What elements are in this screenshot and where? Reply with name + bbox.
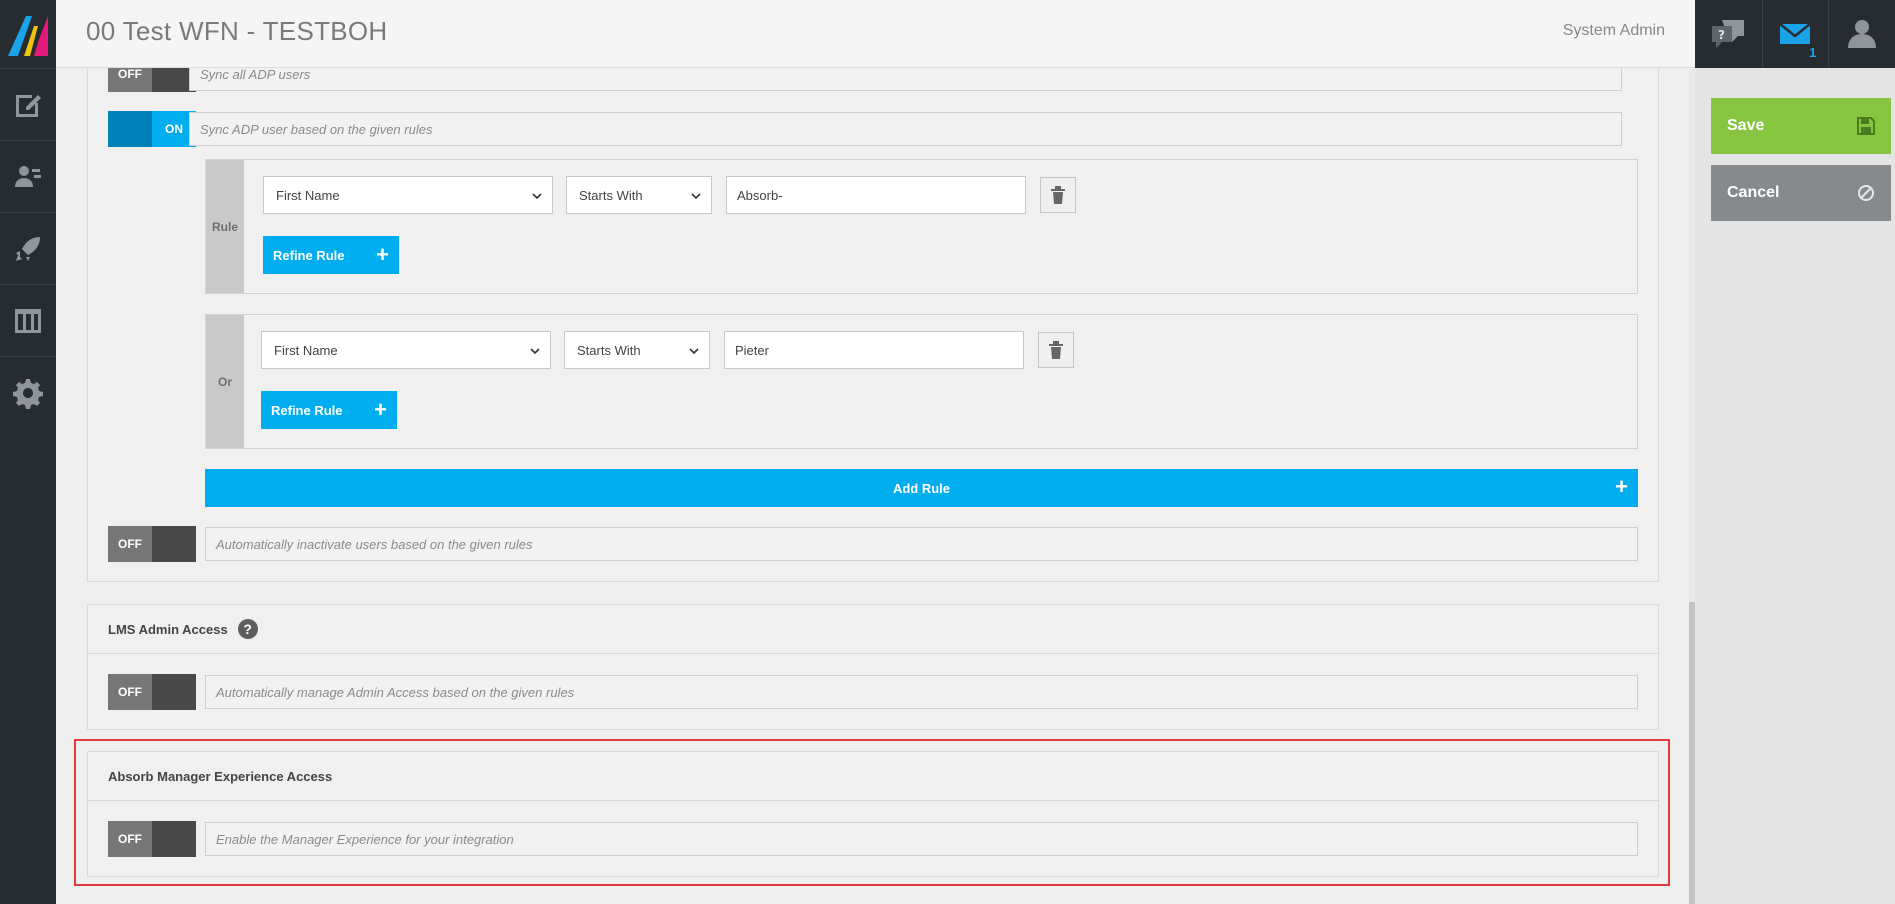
delete-rule-button[interactable] <box>1040 177 1076 213</box>
nav-launch[interactable] <box>0 212 56 284</box>
refine-label: Refine Rule <box>271 402 343 418</box>
lms-admin-description: Automatically manage Admin Access based … <box>205 675 1638 709</box>
rule-label: Rule <box>206 160 244 293</box>
sync-all-toggle[interactable]: OFF <box>108 68 196 92</box>
rule-value-input[interactable]: Pieter <box>724 331 1024 369</box>
main-content: OFF Sync all ADP users ON Sync ADP user … <box>56 68 1689 904</box>
action-panel: Save Cancel <box>1695 68 1895 904</box>
toggle-knob <box>152 526 196 562</box>
chevron-down-icon <box>691 193 701 200</box>
messages-button[interactable]: 1 <box>1761 0 1829 68</box>
message-count-badge: 1 <box>1809 45 1817 60</box>
rule-label: Or <box>206 315 244 448</box>
toggle-state-label: OFF <box>108 674 152 710</box>
sync-rules-toggle[interactable]: ON <box>108 111 196 147</box>
refine-label: Refine Rule <box>273 247 345 263</box>
help-chat-button[interactable]: ? <box>1695 0 1762 68</box>
chat-help-icon: ? <box>1712 20 1745 48</box>
ban-icon <box>1858 185 1874 201</box>
refine-rule-button[interactable]: Refine Rule + <box>263 236 399 274</box>
rule-field-select[interactable]: First Name <box>261 331 551 369</box>
edit-icon <box>16 94 41 117</box>
toggle-state-label: OFF <box>108 68 152 92</box>
scrollbar-thumb[interactable] <box>1689 602 1695 904</box>
gear-icon <box>13 378 43 409</box>
nav-reports[interactable] <box>0 284 56 356</box>
chevron-down-icon <box>532 193 542 200</box>
rule-block: Rule First Name Starts With Absorb- Refi… <box>205 159 1638 294</box>
user-icon <box>1848 20 1877 48</box>
select-value: First Name <box>274 342 338 358</box>
save-label: Save <box>1727 117 1765 134</box>
left-nav <box>0 0 56 904</box>
manager-experience-panel: Absorb Manager Experience Access OFF Ena… <box>87 751 1659 877</box>
section-header: LMS Admin Access ? <box>88 605 1658 654</box>
sync-rules-description: Sync ADP user based on the given rules <box>189 112 1622 146</box>
plus-icon: + <box>1615 474 1628 499</box>
toggle-knob <box>108 111 152 147</box>
manager-experience-toggle[interactable]: OFF <box>108 821 196 857</box>
cancel-button[interactable]: Cancel <box>1711 165 1891 221</box>
toggle-state-label: OFF <box>108 821 152 857</box>
inactivate-toggle[interactable]: OFF <box>108 526 196 562</box>
chevron-down-icon <box>530 348 540 355</box>
section-title: LMS Admin Access <box>108 621 228 637</box>
app-logo[interactable] <box>0 0 56 68</box>
rule-value-input[interactable]: Absorb- <box>726 176 1026 214</box>
top-header: 00 Test WFN - TESTBOH System Admin <box>56 0 1695 68</box>
logo-icon <box>8 16 48 56</box>
section-title: Absorb Manager Experience Access <box>108 768 333 784</box>
columns-icon <box>15 308 41 333</box>
user-name[interactable]: System Admin <box>1563 22 1665 40</box>
help-icon[interactable]: ? <box>237 619 258 639</box>
rule-field-select[interactable]: First Name <box>263 176 553 214</box>
top-icons: ? 1 <box>1695 0 1895 68</box>
select-value: Starts With <box>579 187 643 203</box>
rule-operator-select[interactable]: Starts With <box>566 176 712 214</box>
chevron-down-icon <box>689 348 699 355</box>
rule-operator-select[interactable]: Starts With <box>564 331 710 369</box>
toggle-state-label: OFF <box>108 526 152 562</box>
refine-rule-button[interactable]: Refine Rule + <box>261 391 397 429</box>
floppy-disk-icon <box>1857 117 1875 135</box>
rocket-icon <box>16 236 40 261</box>
inactivate-description: Automatically inactivate users based on … <box>205 527 1638 561</box>
section-header: Absorb Manager Experience Access <box>88 752 1658 801</box>
toggle-knob <box>152 674 196 710</box>
nav-users[interactable] <box>0 140 56 212</box>
trash-icon <box>1051 186 1065 204</box>
trash-icon <box>1049 341 1063 359</box>
svg-text:?: ? <box>1718 28 1725 42</box>
cancel-label: Cancel <box>1727 184 1780 201</box>
add-rule-button[interactable]: Add Rule + <box>205 469 1638 507</box>
delete-rule-button[interactable] <box>1038 332 1074 368</box>
users-icon <box>15 165 41 187</box>
save-button[interactable]: Save <box>1711 98 1891 154</box>
sync-all-description: Sync all ADP users <box>189 68 1622 91</box>
lms-admin-toggle[interactable]: OFF <box>108 674 196 710</box>
select-value: Starts With <box>577 342 641 358</box>
page-title: 00 Test WFN - TESTBOH <box>86 16 388 46</box>
nav-courses[interactable] <box>0 68 56 140</box>
select-value: First Name <box>276 187 340 203</box>
rule-block: Or First Name Starts With Pieter Refine … <box>205 314 1638 449</box>
toggle-knob <box>152 821 196 857</box>
profile-button[interactable] <box>1828 0 1895 68</box>
lms-admin-panel: LMS Admin Access ? OFF Automatically man… <box>87 604 1659 730</box>
plus-icon: + <box>374 397 387 422</box>
add-rule-label: Add Rule <box>892 480 951 496</box>
plus-icon: + <box>376 242 389 267</box>
nav-settings[interactable] <box>0 356 56 428</box>
manager-experience-description: Enable the Manager Experience for your i… <box>205 822 1638 856</box>
